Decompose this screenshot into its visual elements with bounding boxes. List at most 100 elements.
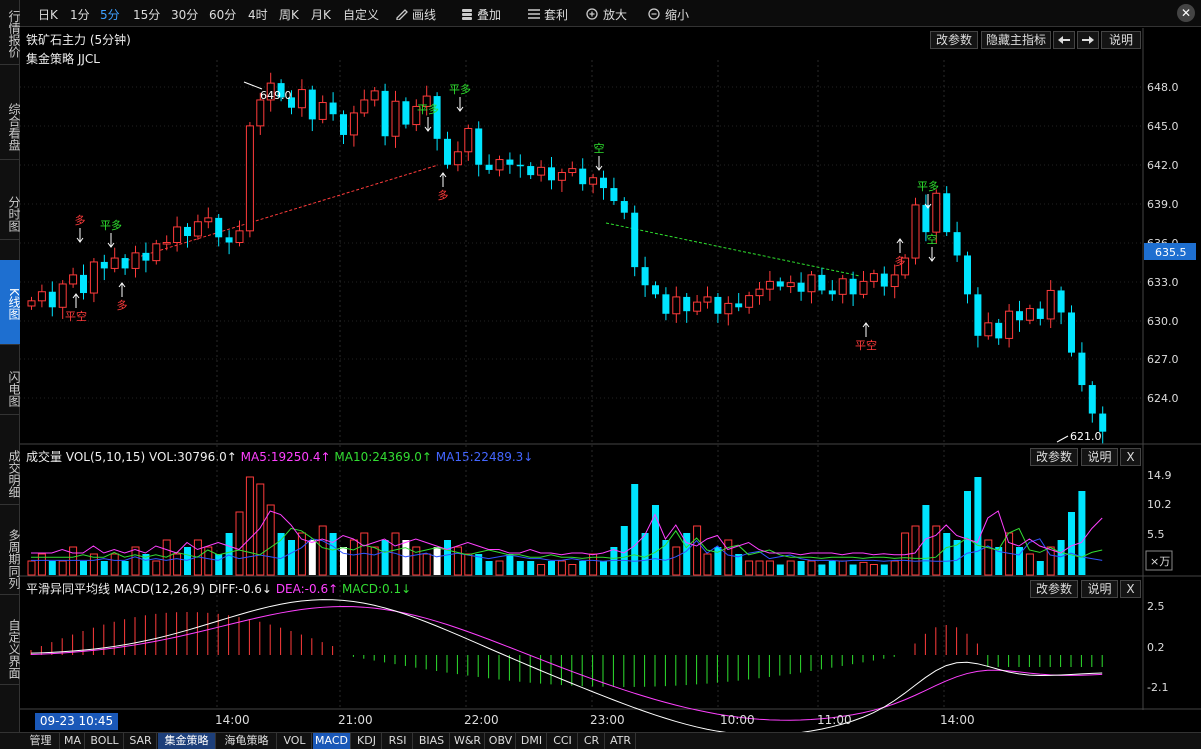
volume-bar <box>838 560 847 576</box>
candlesticks <box>27 72 1107 444</box>
signal-label: 平空 <box>65 309 87 323</box>
volume-bar <box>266 504 275 576</box>
volume-bar <box>641 533 649 575</box>
current-time-badge: 09-23 10:45 <box>35 713 118 730</box>
time-label: 23:00 <box>590 713 625 727</box>
time-label: 10:00 <box>720 713 755 727</box>
tab-turtle-strategy[interactable]: 海龟策略 <box>217 733 277 749</box>
candle <box>215 213 223 247</box>
volume-bar <box>859 561 868 576</box>
time-axis: 14:00 21:00 22:00 23:00 10:00 11:00 14:0… <box>20 710 1201 732</box>
volume-bar <box>422 553 431 576</box>
tab-dmi[interactable]: DMI <box>517 733 547 749</box>
volume-bar <box>1057 540 1065 575</box>
candle <box>1078 342 1086 392</box>
tab-bias[interactable]: BIAS <box>414 733 450 749</box>
signal-label: 平多 <box>100 218 122 232</box>
candle <box>453 141 462 172</box>
volume-bar <box>745 560 754 576</box>
tab-macd[interactable]: MACD <box>313 733 351 749</box>
candle <box>548 156 555 190</box>
volume-bar <box>797 561 805 575</box>
price-tick: 630.0 <box>1147 315 1179 328</box>
volume-bar <box>527 561 535 575</box>
volume-bar <box>1078 491 1086 575</box>
candle <box>714 293 722 323</box>
volume-bar <box>381 540 389 575</box>
candle <box>869 269 878 288</box>
signal-marker: 多 <box>117 282 128 312</box>
candle <box>162 235 171 251</box>
candle <box>703 286 712 309</box>
candle <box>537 160 546 182</box>
time-label: 14:00 <box>215 713 250 727</box>
tab-jj-strategy[interactable]: 集金策略 <box>158 733 216 749</box>
tab-obv[interactable]: OBV <box>486 733 516 749</box>
volume-bar <box>672 546 681 576</box>
candle <box>204 207 213 229</box>
volume-ma5-line <box>31 510 1103 556</box>
candle <box>1068 305 1075 357</box>
signal-marker: 空 <box>594 141 605 171</box>
candle <box>152 239 161 265</box>
candle <box>444 131 451 169</box>
price-tick: 648.0 <box>1147 81 1179 94</box>
volume-ma15-line <box>31 538 1103 562</box>
tab-kdj[interactable]: KDJ <box>352 733 382 749</box>
candle <box>349 105 358 147</box>
signal-label: 多 <box>75 213 86 227</box>
candle <box>652 281 659 299</box>
tab-cci[interactable]: CCI <box>548 733 578 749</box>
volume-tick: 10.2 <box>1147 498 1172 511</box>
candle <box>121 254 129 275</box>
candle <box>475 121 483 177</box>
candle <box>765 271 774 301</box>
candle <box>402 97 410 129</box>
tab-sar[interactable]: SAR <box>125 733 157 749</box>
tab-ma[interactable]: MA <box>61 733 85 749</box>
candle <box>693 294 702 316</box>
signal-label: 空 <box>927 232 938 246</box>
tab-wr[interactable]: W&R <box>451 733 485 749</box>
candle <box>193 214 202 240</box>
volume-unit-badge: ×万 <box>1145 550 1173 571</box>
volume-bar <box>557 560 566 576</box>
trade-signals: 平空多平多多平多平多多空平空多平多空 <box>65 82 939 352</box>
candle <box>995 318 1003 345</box>
tab-manage[interactable]: 管理 <box>22 733 60 749</box>
candle <box>37 284 46 308</box>
volume-bar <box>703 553 712 576</box>
candle <box>641 256 649 297</box>
signal-marker: 多 <box>75 213 86 243</box>
tab-vol[interactable]: VOL <box>278 733 312 749</box>
volume-bar <box>911 525 920 576</box>
candle <box>1036 301 1044 326</box>
macd-tick: 2.5 <box>1147 600 1165 613</box>
candle <box>48 281 56 317</box>
signal-label: 多 <box>438 188 449 202</box>
candle <box>516 154 524 178</box>
volume-bar <box>308 540 316 575</box>
volume-bar <box>288 540 295 575</box>
tab-cr[interactable]: CR <box>579 733 605 749</box>
candle <box>308 85 316 132</box>
kline-chart[interactable]: 648.0 645.0 642.0 639.0 636.0 633.0 630.… <box>0 0 1201 749</box>
tab-boll[interactable]: BOLL <box>86 733 124 749</box>
candle <box>828 280 836 301</box>
time-label: 11:00 <box>817 713 852 727</box>
volume-bar <box>890 560 899 576</box>
candle <box>225 230 233 255</box>
tab-atr[interactable]: ATR <box>606 733 636 749</box>
volume-bar <box>724 539 733 576</box>
candle <box>880 266 888 296</box>
volume-bar <box>340 547 347 575</box>
volume-bar <box>818 564 826 575</box>
signal-label: 多 <box>895 254 906 268</box>
volume-tick: 5.5 <box>1147 528 1165 541</box>
candle <box>69 267 78 288</box>
volume-bar <box>80 561 87 575</box>
svg-text:×万: ×万 <box>1150 555 1170 568</box>
tab-rsi[interactable]: RSI <box>383 733 413 749</box>
candle <box>433 92 441 151</box>
candle <box>724 296 733 326</box>
